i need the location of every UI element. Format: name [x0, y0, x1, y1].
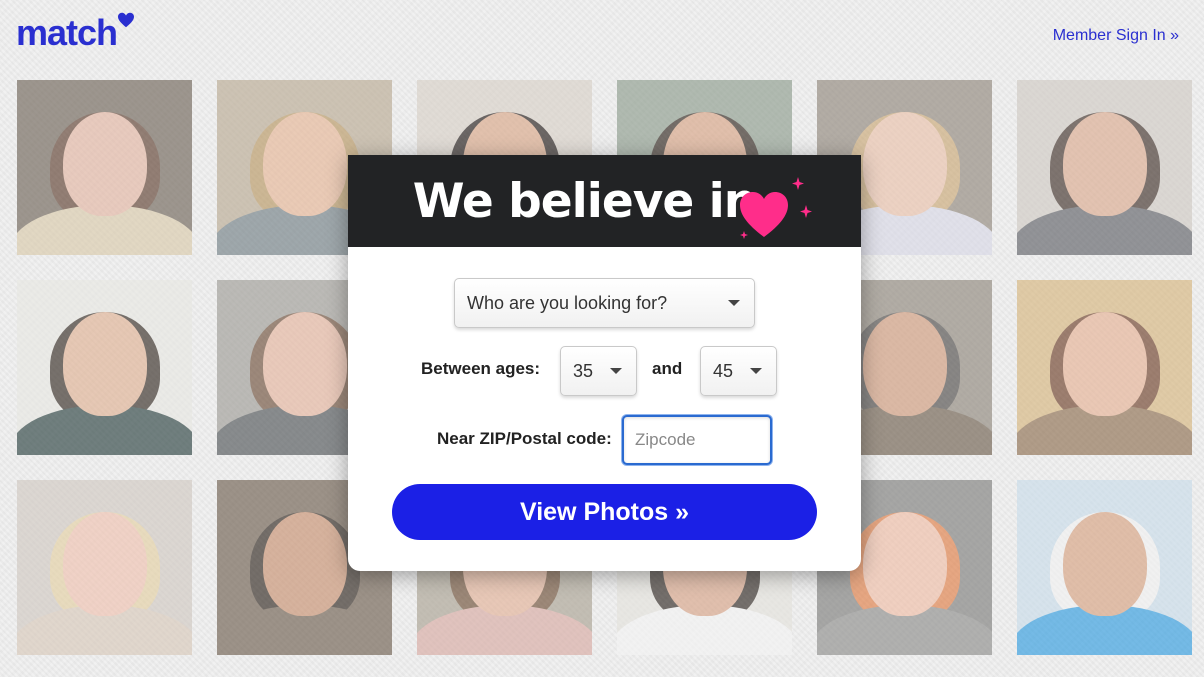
- photo-face: [62, 312, 147, 416]
- view-photos-button[interactable]: View Photos »: [392, 484, 817, 540]
- max-age-value: 45: [713, 360, 734, 381]
- modal-header: We believe in: [348, 155, 861, 247]
- zip-label: Near ZIP/Postal code:: [437, 429, 612, 448]
- zipcode-input[interactable]: [622, 415, 772, 465]
- profile-photo[interactable]: [1017, 280, 1192, 455]
- profile-photo[interactable]: [1017, 480, 1192, 655]
- min-age-value: 35: [573, 360, 594, 381]
- profile-photo[interactable]: [17, 80, 192, 255]
- logo-text: match: [16, 12, 118, 53]
- member-sign-in-link[interactable]: Member Sign In »: [1053, 27, 1179, 45]
- pink-heart-icon: [740, 177, 812, 239]
- photo-face: [62, 112, 147, 216]
- logo-heart-icon: [118, 12, 135, 28]
- photo-face: [1062, 512, 1147, 616]
- max-age-select[interactable]: 45: [700, 346, 777, 396]
- ages-and-label: and: [652, 359, 683, 378]
- looking-for-select[interactable]: Who are you looking for?: [454, 278, 755, 328]
- chevron-down-icon: [728, 300, 740, 306]
- photo-face: [1062, 112, 1147, 216]
- min-age-select[interactable]: 35: [560, 346, 637, 396]
- photo-face: [862, 312, 947, 416]
- looking-for-value: Who are you looking for?: [467, 292, 668, 313]
- search-modal: We believe in Who are you looking for? B…: [348, 155, 861, 571]
- ages-label: Between ages:: [421, 359, 541, 378]
- photo-face: [62, 512, 147, 616]
- match-logo[interactable]: match: [16, 12, 135, 54]
- photo-face: [262, 512, 347, 616]
- chevron-down-icon: [610, 368, 622, 374]
- photo-face: [862, 112, 947, 216]
- photo-face: [262, 112, 347, 216]
- photo-face: [1062, 312, 1147, 416]
- profile-photo[interactable]: [17, 280, 192, 455]
- chevron-down-icon: [750, 368, 762, 374]
- profile-photo[interactable]: [17, 480, 192, 655]
- profile-photo[interactable]: [1017, 80, 1192, 255]
- modal-title: We believe in: [412, 173, 757, 229]
- photo-face: [262, 312, 347, 416]
- photo-face: [862, 512, 947, 616]
